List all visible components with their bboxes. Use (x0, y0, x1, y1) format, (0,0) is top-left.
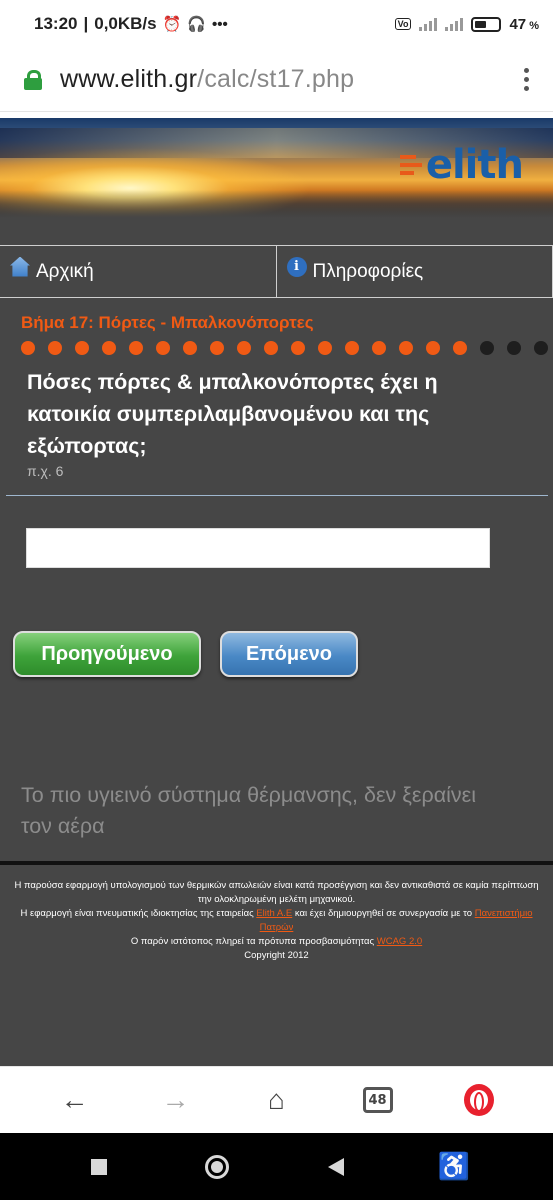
alarm-icon: ⏰ (162, 16, 182, 33)
footer-disclaimer: Η παρούσα εφαρμογή υπολογισμού των θερμι… (14, 880, 539, 905)
signal-icon (419, 17, 438, 31)
progress-dot-done (399, 341, 413, 355)
browser-toolbar: ← → ⌂ 48 (0, 1066, 553, 1133)
back-triangle-icon[interactable] (314, 1145, 358, 1189)
progress-dot-done (156, 341, 170, 355)
elith-link[interactable]: Elith A.E (256, 908, 292, 919)
logo-bars-icon (399, 155, 422, 175)
answer-input[interactable] (26, 528, 490, 568)
info-icon: i (286, 256, 307, 277)
header-banner: elith (0, 118, 553, 218)
home-button-icon[interactable]: ⌂ (257, 1080, 297, 1120)
battery-percent: 47 % (509, 15, 539, 33)
wcag-link[interactable]: WCAG 2.0 (377, 936, 422, 947)
address-bar[interactable]: www.elith.gr/calc/st17.php (0, 48, 553, 112)
hint-text: π.χ. 6 (27, 463, 64, 479)
main-nav: Αρχική i Πληροφορίες (0, 245, 553, 298)
divider (6, 495, 548, 496)
tabs-button[interactable]: 48 (358, 1080, 398, 1120)
tabs-count: 48 (362, 1087, 393, 1113)
system-nav-bar: ♿ (0, 1133, 553, 1200)
signal-roaming-icon (445, 17, 464, 31)
back-arrow-icon[interactable]: ← (55, 1080, 95, 1120)
tagline: Το πιο υγιεινό σύστημα θέρμανσης, δεν ξε… (21, 783, 477, 838)
progress-dot-done (291, 341, 305, 355)
progress-dot-done (237, 341, 251, 355)
opera-menu-icon[interactable] (459, 1080, 499, 1120)
footer: Η παρούσα εφαρμογή υπολογισμού των θερμι… (0, 861, 553, 1066)
progress-dot-done (102, 341, 116, 355)
forward-arrow-icon[interactable]: → (156, 1080, 196, 1120)
progress-dot-done (453, 341, 467, 355)
question-text: Πόσες πόρτες & μπαλκονόπορτες έχει η κατ… (27, 370, 438, 458)
step-title: Βήμα 17: Πόρτες - Μπαλκονόπορτες (21, 313, 314, 332)
footer-accessibility: Ο παρόν ιστότοπος πληρεί τα πρότυπα προσ… (130, 936, 423, 947)
footer-ownership: Η εφαρμογή είναι πνευματικής ιδιοκτησίας… (20, 908, 533, 933)
progress-dot-done (264, 341, 278, 355)
progress-dot-done (318, 341, 332, 355)
elith-logo[interactable]: elith (399, 142, 524, 188)
previous-button[interactable]: Προηγούμενο (13, 631, 201, 677)
accessibility-icon[interactable]: ♿ (432, 1145, 476, 1189)
nav-home[interactable]: Αρχική (0, 246, 277, 297)
progress-dot-pending (507, 341, 521, 355)
progress-dot-done (372, 341, 386, 355)
progress-dots (21, 341, 548, 355)
progress-dot-done (345, 341, 359, 355)
home-circle-icon[interactable] (195, 1145, 239, 1189)
more-notifications-icon: ••• (212, 15, 228, 33)
progress-dot-done (129, 341, 143, 355)
status-speed: 0,0KB/s (94, 14, 157, 33)
battery-icon (471, 16, 502, 32)
progress-dot-done (21, 341, 35, 355)
next-button[interactable]: Επόμενο (220, 631, 358, 677)
footer-copyright: Copyright 2012 (244, 950, 309, 961)
progress-dot-done (183, 341, 197, 355)
recents-icon[interactable] (77, 1145, 121, 1189)
page-content: elith Αρχική i Πληροφορίες Βήμα 17: Πόρτ… (0, 118, 553, 1066)
home-icon (10, 256, 30, 277)
status-bar: 13:20 | 0,0KB/s ⏰ 🎧 ••• Vo 47 % (0, 0, 553, 48)
progress-dot-done (75, 341, 89, 355)
menu-icon[interactable] (524, 68, 529, 91)
nav-info[interactable]: i Πληροφορίες (277, 246, 553, 297)
progress-dot-pending (480, 341, 494, 355)
lock-icon (24, 69, 42, 90)
progress-dot-done (48, 341, 62, 355)
progress-dot-done (210, 341, 224, 355)
headphones-icon: 🎧 (187, 16, 206, 33)
progress-dot-done (426, 341, 440, 355)
volte-icon: Vo (394, 18, 412, 30)
url-text[interactable]: www.elith.gr/calc/st17.php (60, 65, 354, 94)
progress-dot-pending (534, 341, 548, 355)
status-time: 13:20 (34, 14, 78, 33)
